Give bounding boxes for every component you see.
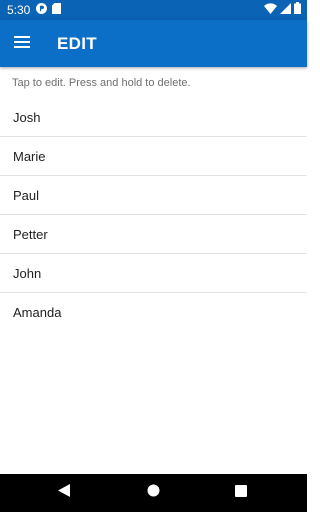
menu-button[interactable] (0, 20, 44, 67)
list-item[interactable]: Josh (0, 98, 307, 137)
signal-icon (280, 1, 291, 19)
list-item[interactable]: Paul (0, 176, 307, 215)
status-time: 5:30 (7, 3, 31, 17)
status-bar: 5:30 (0, 0, 307, 20)
home-button[interactable] (133, 474, 173, 512)
home-icon (147, 484, 160, 502)
back-icon (58, 484, 70, 502)
navigation-bar (0, 474, 307, 512)
hint-text: Tap to edit. Press and hold to delete. (12, 77, 191, 89)
hamburger-menu-icon (14, 35, 30, 53)
back-button[interactable] (44, 474, 84, 512)
battery-icon (294, 1, 301, 19)
wifi-icon (264, 1, 277, 19)
list-item[interactable]: Marie (0, 137, 307, 176)
page-title: EDIT (57, 33, 97, 53)
sd-card-icon (52, 1, 62, 19)
list-item[interactable]: Amanda (0, 293, 307, 332)
status-right-icons (264, 1, 301, 19)
recents-icon (235, 484, 247, 502)
list-item[interactable]: John (0, 254, 307, 293)
status-left-icons (36, 1, 62, 19)
names-list: Josh Marie Paul Petter John Amanda (0, 98, 307, 332)
list-item[interactable]: Petter (0, 215, 307, 254)
recents-button[interactable] (221, 474, 261, 512)
app-bar: EDIT (0, 20, 307, 67)
notification-p-icon (36, 1, 48, 19)
